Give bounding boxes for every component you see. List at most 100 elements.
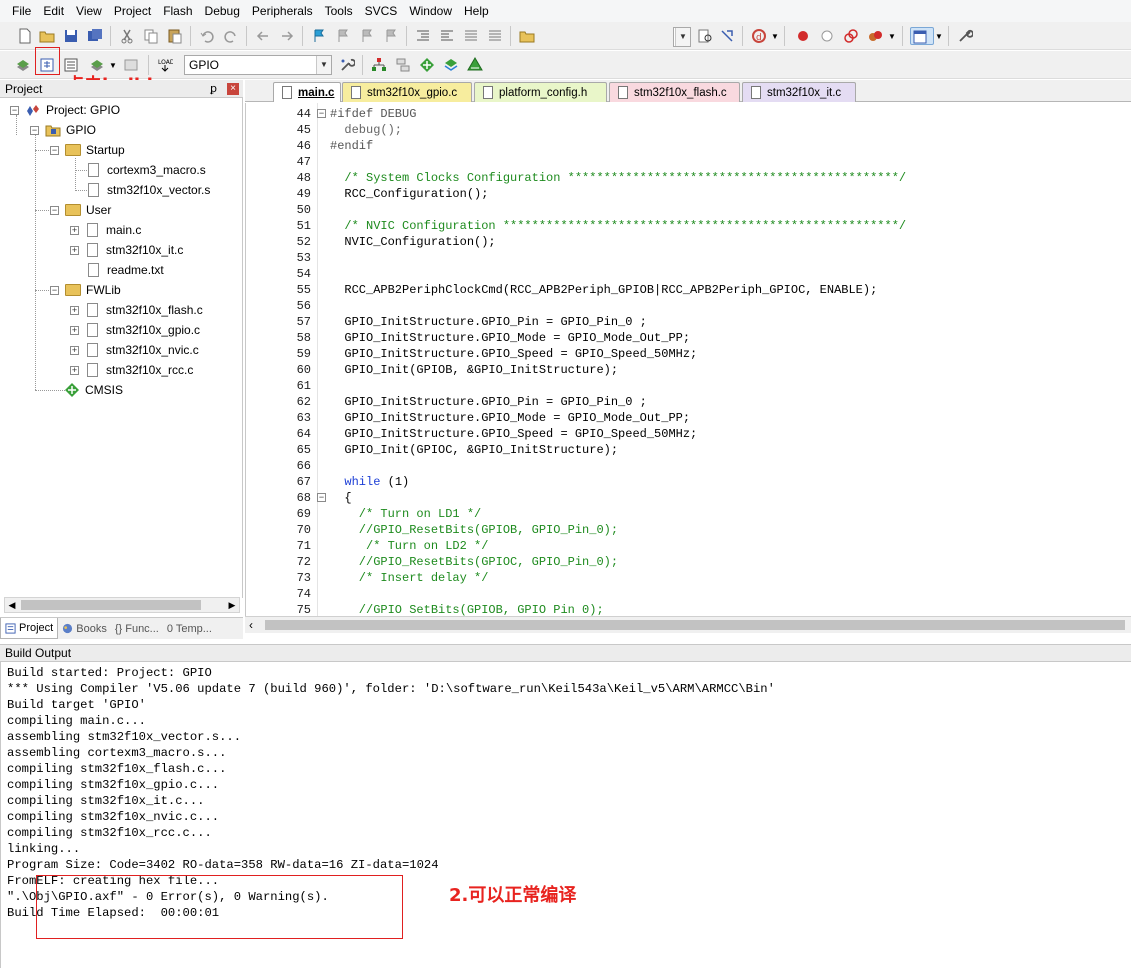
tree-group-user[interactable]: − User (50, 200, 111, 220)
tab-stm32f10x-it-c[interactable]: stm32f10x_it.c (742, 82, 856, 102)
tab-platform-config-h[interactable]: platform_config.h (474, 82, 607, 102)
window-layout-icon[interactable] (910, 27, 934, 45)
translate-icon[interactable] (14, 56, 32, 74)
menu-peripherals[interactable]: Peripherals (246, 0, 319, 22)
fold-toggle-icon[interactable]: − (317, 493, 326, 502)
comment-icon[interactable] (462, 27, 480, 45)
collapse-icon[interactable]: − (50, 145, 59, 155)
redo-icon[interactable] (222, 27, 240, 45)
save-icon[interactable] (62, 27, 80, 45)
scroll-thumb[interactable] (265, 620, 1125, 630)
event-recorder-icon[interactable] (466, 56, 484, 74)
debug-session-icon[interactable]: d (750, 27, 768, 45)
bookmark-icon[interactable] (310, 27, 328, 45)
target-options-icon[interactable] (338, 56, 356, 74)
configure-icon[interactable] (956, 27, 974, 45)
paste-icon[interactable] (166, 27, 184, 45)
tree-target[interactable]: − GPIO (30, 120, 96, 140)
uncomment-icon[interactable] (486, 27, 504, 45)
tree-file[interactable]: readme.txt (86, 260, 164, 280)
menu-window[interactable]: Window (403, 0, 458, 22)
clear-bookmarks-icon[interactable] (382, 27, 400, 45)
tab-books[interactable]: Books (58, 618, 111, 639)
collapse-icon[interactable]: − (50, 205, 59, 215)
project-tree-scrollbar[interactable]: ◀ ▶ (4, 597, 240, 613)
kill-breakpoints-icon[interactable] (866, 27, 884, 45)
pack-installer-icon[interactable] (418, 56, 436, 74)
tab-templates[interactable]: 0 Temp... (163, 618, 216, 639)
tree-file[interactable]: cortexm3_macro.s (86, 160, 206, 180)
rebuild-icon[interactable] (62, 56, 80, 74)
menu-project[interactable]: Project (108, 0, 157, 22)
tab-stm32f10x-flash-c[interactable]: stm32f10x_flash.c (609, 82, 740, 102)
editor-scrollbar[interactable]: ‹ (245, 616, 1131, 633)
expand-icon[interactable]: + (70, 325, 79, 335)
scroll-left-icon[interactable]: ◀ (5, 598, 19, 612)
menu-flash[interactable]: Flash (157, 0, 198, 22)
close-panel-icon[interactable]: × (227, 83, 239, 95)
menu-help[interactable]: Help (458, 0, 495, 22)
scroll-right-icon[interactable]: ▶ (225, 598, 239, 612)
scroll-left-icon[interactable]: ‹ (249, 617, 253, 633)
open-file-icon[interactable] (38, 27, 56, 45)
unindent-icon[interactable] (438, 27, 456, 45)
insert-breakpoint-icon[interactable] (794, 27, 812, 45)
expand-icon[interactable]: + (70, 245, 79, 255)
new-file-icon[interactable] (16, 27, 34, 45)
tab-stm32f10x-gpio-c[interactable]: stm32f10x_gpio.c (342, 82, 472, 102)
enable-breakpoint-icon[interactable] (818, 27, 836, 45)
nav-forward-icon[interactable] (278, 27, 296, 45)
undo-icon[interactable] (198, 27, 216, 45)
find-icon[interactable] (696, 27, 714, 45)
expand-icon[interactable]: + (70, 225, 79, 235)
tab-project[interactable]: Project (0, 618, 59, 639)
dropdown-arrow-icon[interactable]: ▼ (888, 32, 896, 41)
select-packs-icon[interactable] (442, 56, 460, 74)
pin-icon[interactable]: ꝑ (210, 80, 217, 98)
collapse-icon[interactable]: − (10, 105, 19, 115)
code-editor[interactable]: 44−45 46 47 48 49 50 51 52 53 54 55 56 57 58 59 60 61 62 6… (245, 103, 1131, 616)
disable-breakpoints-icon[interactable] (842, 27, 860, 45)
dropdown-arrow-icon[interactable]: ▼ (771, 32, 779, 41)
expand-icon[interactable]: + (70, 305, 79, 315)
download-icon[interactable]: LOAD (156, 56, 174, 74)
tree-group-startup[interactable]: − Startup (50, 140, 125, 160)
manage-components-icon[interactable] (394, 56, 412, 74)
indent-icon[interactable] (414, 27, 432, 45)
tab-functions[interactable]: {} Func... (111, 618, 163, 639)
search-combo[interactable]: ▼ (673, 27, 691, 47)
tree-file[interactable]: + stm32f10x_it.c (70, 240, 183, 260)
find-in-files-icon[interactable] (518, 27, 536, 45)
incremental-find-icon[interactable] (718, 27, 736, 45)
nav-back-icon[interactable] (254, 27, 272, 45)
prev-bookmark-icon[interactable] (334, 27, 352, 45)
menu-view[interactable]: View (70, 0, 108, 22)
dropdown-arrow-icon[interactable]: ▼ (935, 32, 943, 41)
tree-file[interactable]: + stm32f10x_nvic.c (70, 340, 199, 360)
menu-file[interactable]: File (6, 0, 37, 22)
file-extensions-icon[interactable] (370, 56, 388, 74)
expand-icon[interactable]: + (70, 345, 79, 355)
tree-group-fwlib[interactable]: − FWLib (50, 280, 121, 300)
tree-project-root[interactable]: − Project: GPIO (10, 100, 120, 120)
tree-file[interactable]: + stm32f10x_gpio.c (70, 320, 200, 340)
collapse-icon[interactable]: − (30, 125, 39, 135)
dropdown-arrow-icon[interactable]: ▼ (109, 61, 117, 70)
tree-file[interactable]: + stm32f10x_flash.c (70, 300, 203, 320)
menu-svcs[interactable]: SVCS (359, 0, 404, 22)
copy-icon[interactable] (142, 27, 160, 45)
menu-edit[interactable]: Edit (37, 0, 70, 22)
expand-icon[interactable]: + (70, 365, 79, 375)
batch-build-icon[interactable] (88, 56, 106, 74)
save-all-icon[interactable] (86, 27, 104, 45)
fold-toggle-icon[interactable]: − (317, 109, 326, 118)
next-bookmark-icon[interactable] (358, 27, 376, 45)
tree-file[interactable]: + main.c (70, 220, 141, 240)
menu-debug[interactable]: Debug (199, 0, 246, 22)
target-select[interactable]: GPIO ▼ (184, 55, 332, 75)
tree-group-cmsis[interactable]: CMSIS (64, 380, 123, 400)
cut-icon[interactable] (118, 27, 136, 45)
scroll-thumb[interactable] (21, 600, 201, 610)
tree-file[interactable]: + stm32f10x_rcc.c (70, 360, 193, 380)
tab-main-c[interactable]: main.c (273, 82, 341, 102)
